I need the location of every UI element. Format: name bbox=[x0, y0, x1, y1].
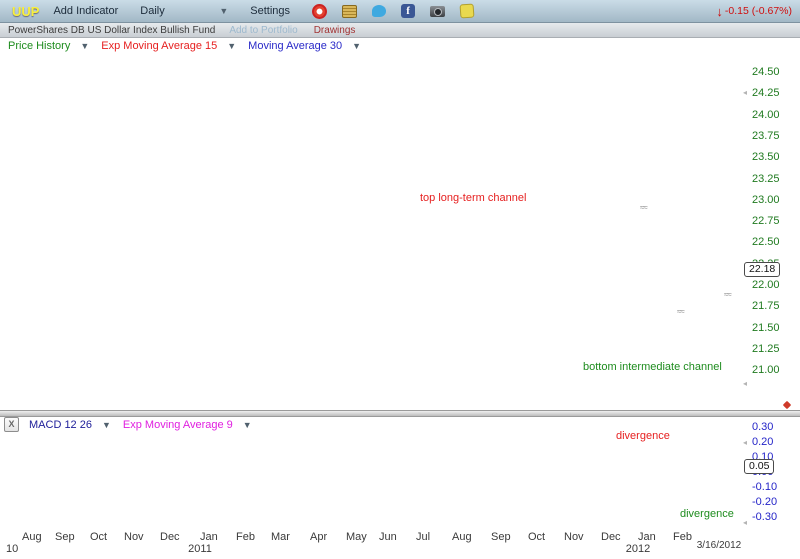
top-toolbar: UUP Add Indicator Daily ▼ Settings f ↓ -… bbox=[0, 0, 800, 23]
change-value: -0.15 (-0.67%) bbox=[725, 5, 792, 17]
drawings-menu[interactable]: Drawings bbox=[314, 25, 356, 36]
price-axis-label: 21.50 bbox=[752, 322, 780, 334]
chevron-down-icon[interactable]: ▼ bbox=[243, 420, 252, 430]
add-indicator-button[interactable]: Add Indicator bbox=[53, 5, 118, 17]
price-axis-label: 23.00 bbox=[752, 194, 780, 206]
price-axis-label: 21.25 bbox=[752, 343, 780, 355]
price-legend: Price History ▼ Exp Moving Average 15 ▼ … bbox=[8, 40, 373, 52]
chevron-down-icon[interactable]: ▼ bbox=[352, 41, 361, 51]
legend-price-history[interactable]: Price History bbox=[8, 40, 70, 52]
chevron-down-icon[interactable]: ▼ bbox=[227, 41, 236, 51]
macd-axis-label: -0.10 bbox=[752, 481, 777, 493]
annotation-divergence-red[interactable]: divergence bbox=[616, 430, 670, 442]
symbol-label[interactable]: UUP bbox=[12, 4, 39, 19]
coins-icon[interactable] bbox=[342, 5, 357, 18]
macd-axis-label: 0.30 bbox=[752, 421, 773, 433]
axis-scroll-arrow-icon: ◂ bbox=[743, 88, 747, 97]
chevron-down-icon: ▼ bbox=[219, 6, 228, 16]
axis-scroll-arrow-icon: ◂ bbox=[743, 438, 747, 447]
down-arrow-icon: ↓ bbox=[716, 4, 723, 19]
price-axis-label: 23.50 bbox=[752, 151, 780, 163]
squiggle-mark: ≈≈ bbox=[677, 307, 684, 316]
drawings-overlay[interactable] bbox=[0, 0, 800, 559]
charting-app: UUP Add Indicator Daily ▼ Settings f ↓ -… bbox=[0, 0, 800, 559]
macd-axis-label: -0.30 bbox=[752, 511, 777, 523]
price-change: ↓ -0.15 (-0.67%) bbox=[716, 4, 792, 19]
x-axis-end-date: 3/16/2012 bbox=[697, 540, 742, 551]
annotation-top-channel[interactable]: top long-term channel bbox=[420, 192, 526, 204]
squiggle-mark: ≈≈ bbox=[724, 290, 731, 299]
note-icon[interactable] bbox=[460, 4, 475, 19]
symbol-subbar: PowerShares DB US Dollar Index Bullish F… bbox=[0, 23, 800, 38]
alarm-icon[interactable] bbox=[312, 4, 327, 19]
macd-value-badge: 0.05 bbox=[744, 459, 774, 474]
price-axis-label: 22.75 bbox=[752, 215, 780, 227]
annotation-divergence-green[interactable]: divergence bbox=[680, 508, 734, 520]
squiggle-mark: ≈≈ bbox=[640, 203, 647, 212]
legend-ma30[interactable]: Moving Average 30 bbox=[248, 40, 342, 52]
price-axis-label: 24.25 bbox=[752, 87, 780, 99]
price-axis-label: 22.50 bbox=[752, 236, 780, 248]
axis-scroll-arrow-icon: ◂ bbox=[743, 518, 747, 527]
add-to-portfolio-link[interactable]: Add to Portfolio bbox=[229, 25, 297, 36]
camera-icon[interactable] bbox=[430, 6, 445, 17]
price-axis-label: 24.50 bbox=[752, 66, 780, 78]
fund-name: PowerShares DB US Dollar Index Bullish F… bbox=[8, 25, 215, 36]
period-value: Daily bbox=[140, 5, 164, 17]
pane-splitter[interactable] bbox=[0, 410, 800, 417]
close-icon[interactable]: X bbox=[4, 417, 19, 432]
legend-macd[interactable]: MACD 12 26 bbox=[29, 419, 92, 431]
last-price-badge: 22.18 bbox=[744, 262, 780, 277]
chevron-down-icon[interactable]: ▼ bbox=[102, 420, 111, 430]
x-axis-year-label: 10 bbox=[6, 543, 18, 555]
price-axis-label: 21.00 bbox=[752, 364, 780, 376]
macd-axis-label: -0.20 bbox=[752, 496, 777, 508]
price-axis-label: 23.75 bbox=[752, 130, 780, 142]
annotation-bottom-channel[interactable]: bottom intermediate channel bbox=[583, 361, 722, 373]
legend-ema15[interactable]: Exp Moving Average 15 bbox=[101, 40, 217, 52]
price-axis-label: 24.00 bbox=[752, 109, 780, 121]
legend-ema9[interactable]: Exp Moving Average 9 bbox=[123, 419, 233, 431]
x-axis-year-label: 2011 bbox=[188, 543, 212, 555]
price-axis-label: 21.75 bbox=[752, 300, 780, 312]
twitter-icon[interactable] bbox=[372, 5, 386, 17]
facebook-icon[interactable]: f bbox=[401, 4, 415, 18]
chevron-down-icon[interactable]: ▼ bbox=[80, 41, 89, 51]
period-dropdown[interactable]: Daily ▼ bbox=[140, 5, 228, 17]
axis-scroll-arrow-icon: ◂ bbox=[743, 379, 747, 388]
macd-legend: X MACD 12 26 ▼ Exp Moving Average 9 ▼ bbox=[4, 417, 264, 432]
settings-button[interactable]: Settings bbox=[250, 5, 290, 17]
macd-axis-label: 0.20 bbox=[752, 436, 773, 448]
price-axis-label: 23.25 bbox=[752, 173, 780, 185]
x-axis-year-label: 2012 bbox=[626, 543, 650, 555]
price-axis-label: 22.00 bbox=[752, 279, 780, 291]
